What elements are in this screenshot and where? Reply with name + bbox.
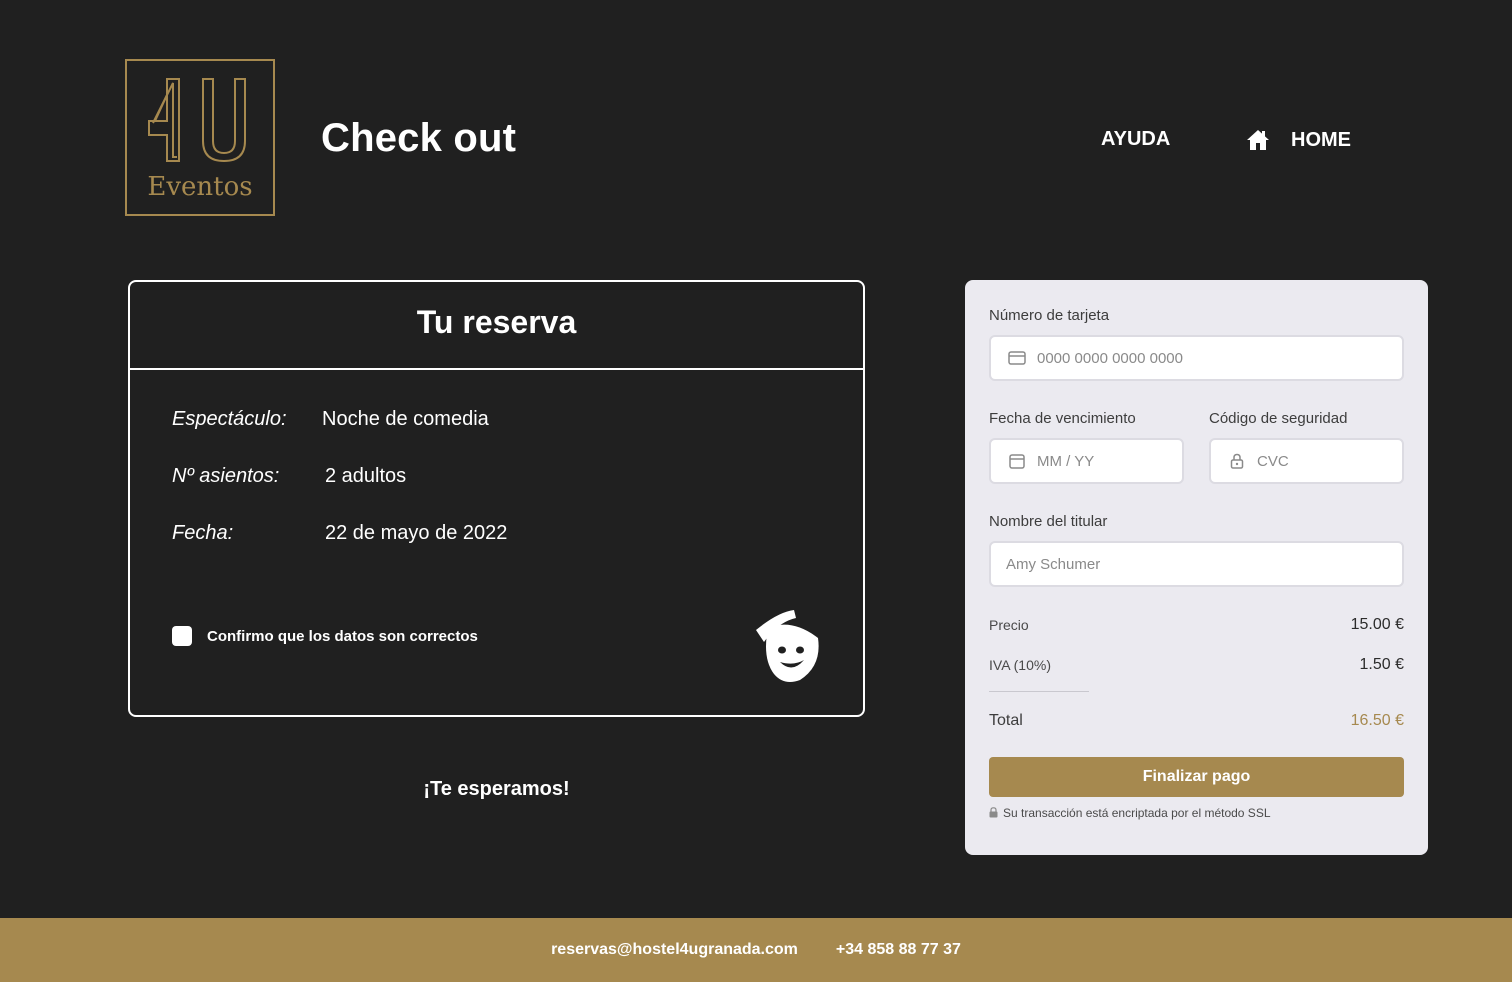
tax-row: IVA (10%) 1.50 € [989,656,1404,674]
page-title: Check out [321,116,517,160]
tax-value: 1.50 € [1359,656,1404,673]
date-value: 22 de mayo de 2022 [325,522,508,544]
logo-graphic: Eventos [147,78,253,202]
expiry-field[interactable]: MM / YY [989,438,1184,484]
credit-card-icon [1007,348,1027,368]
price-value: 15.00 € [1350,616,1404,633]
theater-mask-icon [748,608,824,684]
expiry-label: Fecha de vencimiento [989,410,1136,427]
reservation-title: Tu reserva [416,304,577,340]
date-label: Fecha: [172,522,234,544]
show-value: Noche de comedia [322,408,489,430]
svg-text:Eventos: Eventos [147,172,252,202]
lock-icon [1227,451,1247,471]
summary-divider [989,691,1089,692]
show-label: Espectáculo: [172,408,287,430]
total-row: Total 16.50 € [989,712,1404,730]
calendar-icon [1007,451,1027,471]
payment-panel: Número de tarjeta 0000 0000 0000 0000 Fe… [965,280,1428,855]
footer-email-link[interactable]: reservas@hostel4ugranada.com [551,941,798,959]
footer-phone-link[interactable]: +34 858 88 77 37 [836,941,961,959]
total-label: Total [989,712,1023,729]
reservation-card: Tu reserva Espectáculo: Noche de comedia… [128,280,865,717]
card-number-field[interactable]: 0000 0000 0000 0000 [989,335,1404,381]
seats-value: 2 adultos [325,465,407,487]
tax-label: IVA (10%) [989,657,1051,673]
welcome-message: ¡Te esperamos! [423,778,570,800]
confirm-checkbox[interactable] [172,626,192,646]
nav-home-label: HOME [1291,128,1351,151]
cvc-label: Código de seguridad [1209,410,1348,427]
nav-home-link[interactable]: HOME [1246,126,1351,154]
holder-placeholder: Amy Schumer [1006,555,1101,573]
card-number-placeholder: 0000 0000 0000 0000 [1037,349,1183,367]
footer: reservas@hostel4ugranada.com +34 858 88 … [0,918,1512,982]
cvc-field[interactable]: CVC [1209,438,1404,484]
logo[interactable]: Eventos [125,59,275,216]
home-icon [1246,127,1272,153]
reservation-divider [130,368,863,370]
seats-label: Nº asientos: [172,465,280,487]
nav-help-link[interactable]: AYUDA [1101,128,1170,151]
cvc-placeholder: CVC [1257,452,1289,470]
price-row: Precio 15.00 € [989,616,1404,634]
card-number-label: Número de tarjeta [989,307,1110,324]
ssl-note: Su transacción está encriptada por el mé… [989,806,1271,820]
finalize-payment-button[interactable]: Finalizar pago [989,757,1404,797]
holder-field[interactable]: Amy Schumer [989,541,1404,587]
total-value: 16.50 € [1350,712,1404,729]
confirm-data-option: Confirmo que los datos son correctos [172,626,478,646]
expiry-placeholder: MM / YY [1037,452,1095,470]
ssl-note-text: Su transacción está encriptada por el mé… [1003,806,1271,820]
price-label: Precio [989,617,1029,633]
ssl-lock-icon [989,807,999,819]
confirm-label: Confirmo que los datos son correctos [207,627,478,645]
holder-label: Nombre del titular [989,513,1108,530]
